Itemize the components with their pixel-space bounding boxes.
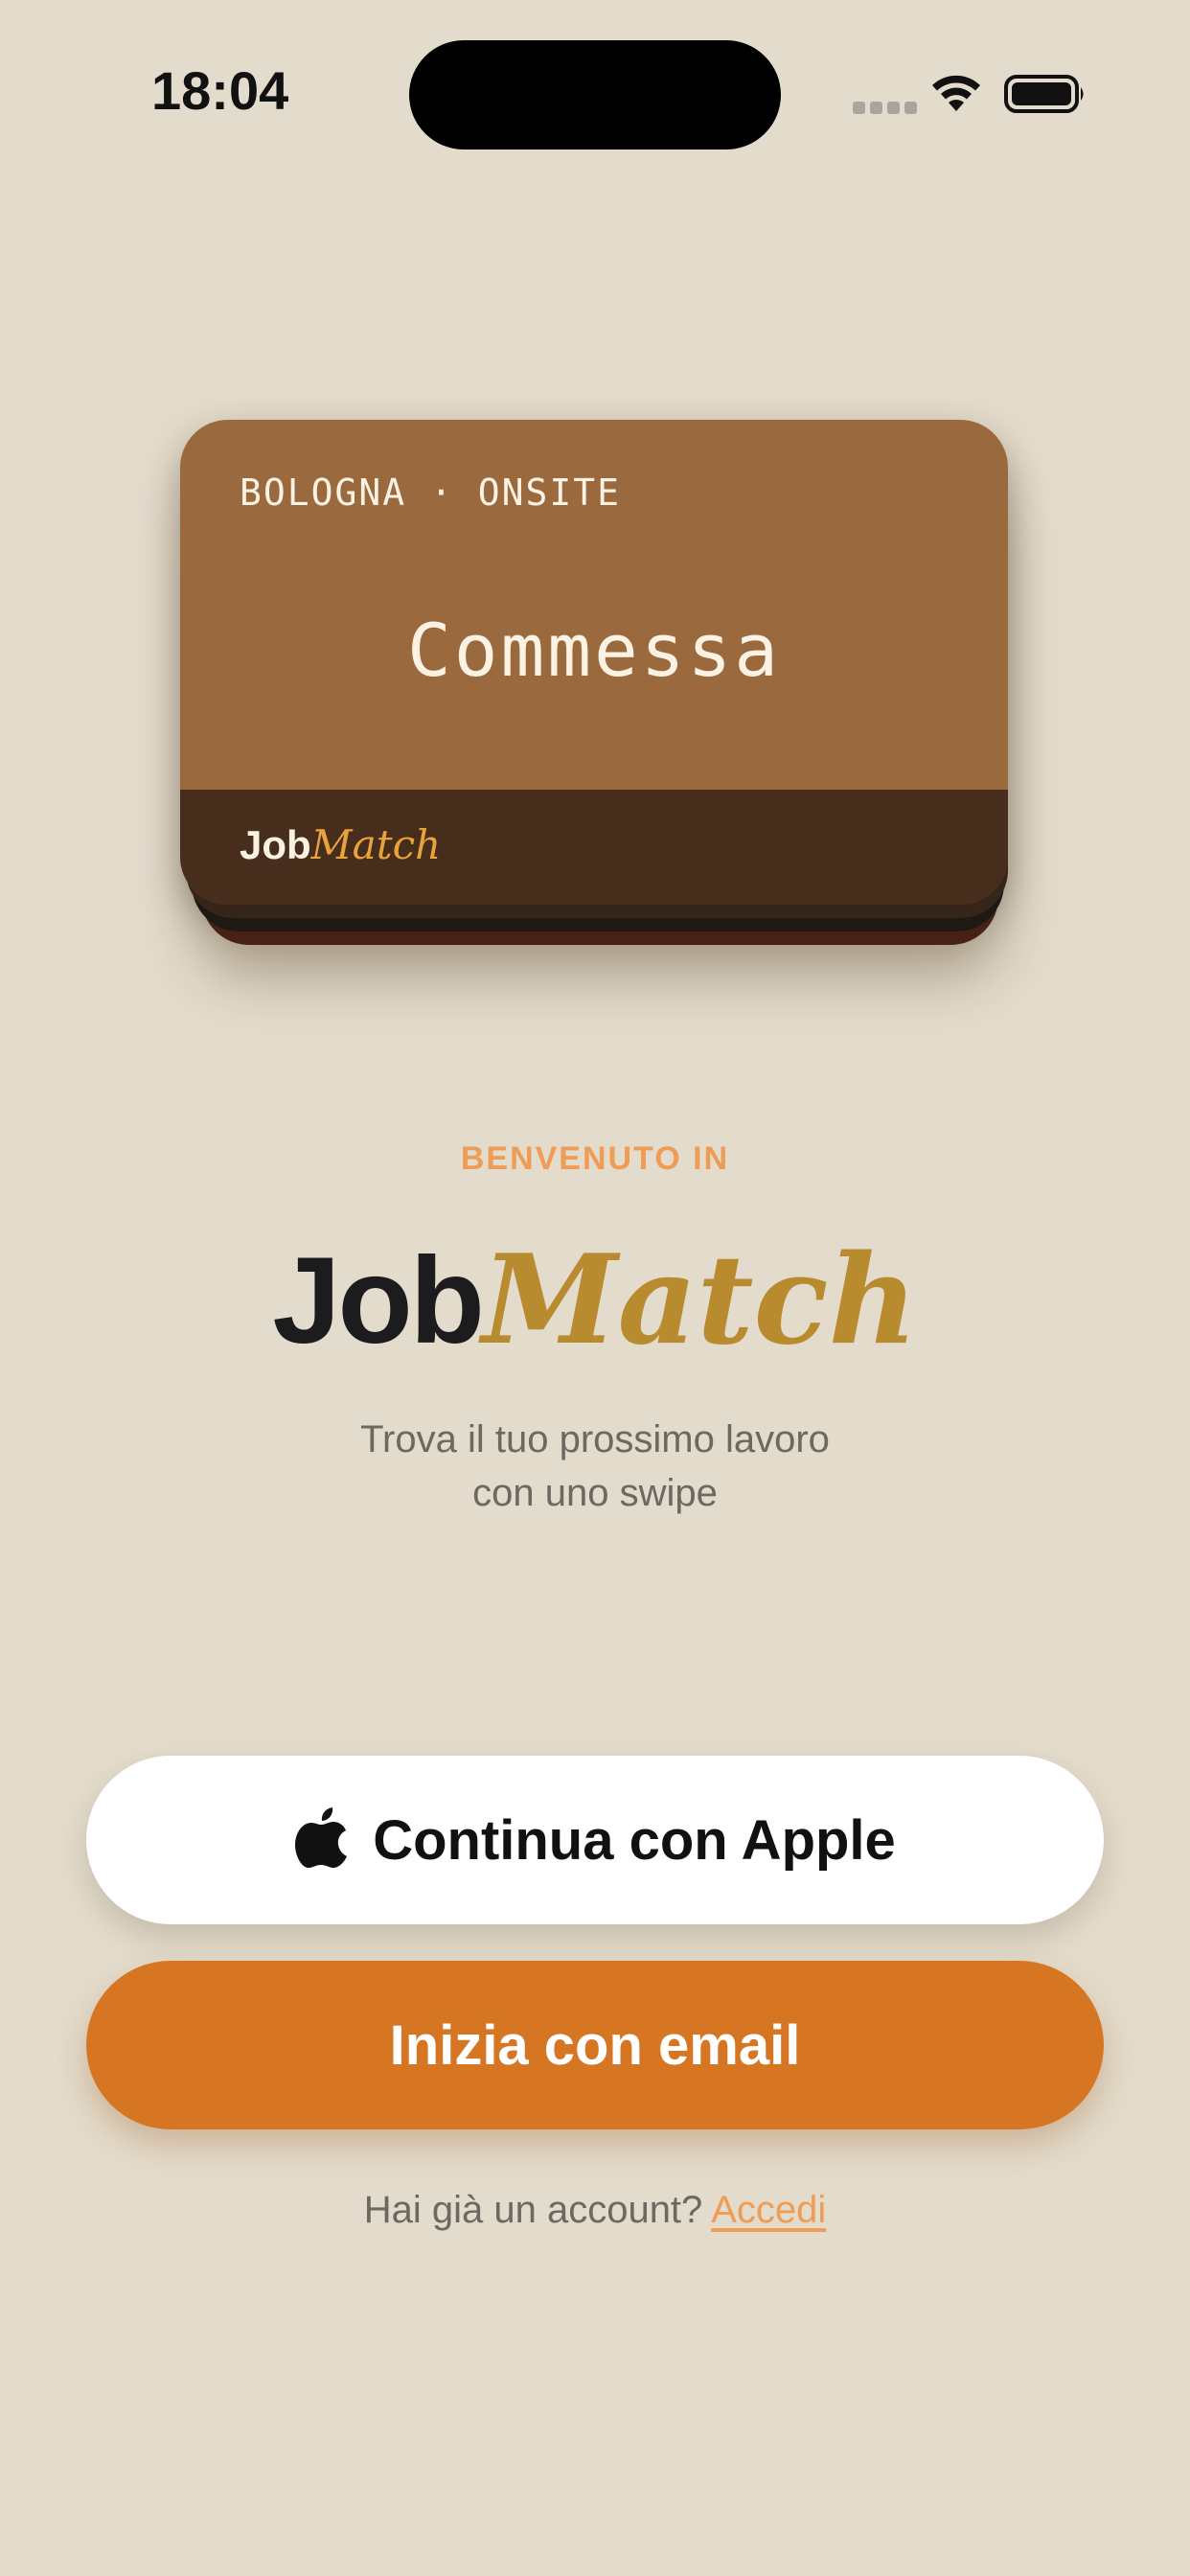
job-card[interactable]: BOLOGNA · ONSITE Commessa JobMatch — [180, 420, 1008, 905]
job-card-stack[interactable]: BOLOGNA · ONSITE Commessa JobMatch — [180, 420, 1008, 947]
login-prompt: Hai già un account? — [363, 2189, 703, 2231]
brand-wordmark: JobMatch — [0, 1229, 1190, 1373]
battery-icon — [1004, 75, 1084, 113]
welcome-label: BENVENUTO IN — [460, 1140, 730, 1177]
card-logo: JobMatch — [240, 818, 441, 872]
card-logo-job: Job — [240, 822, 311, 867]
cellular-signal-icon — [853, 102, 917, 114]
job-card-footer: JobMatch — [180, 790, 1008, 905]
job-location-mode: BOLOGNA · ONSITE — [240, 472, 622, 514]
wifi-icon — [932, 75, 980, 111]
tagline-line-1: Trova il tuo prossimo lavoro — [360, 1418, 830, 1460]
start-with-email-button[interactable]: Inizia con email — [86, 1961, 1104, 2129]
apple-logo-icon — [295, 1807, 348, 1868]
job-title: Commessa — [406, 608, 782, 693]
status-time: 18:04 — [151, 60, 289, 121]
login-row: Hai già un account? Accedi — [0, 2189, 1190, 2232]
brand-job: Job — [272, 1232, 485, 1369]
dynamic-island — [409, 40, 781, 150]
card-logo-match: Match — [310, 821, 442, 868]
tagline: Trova il tuo prossimo lavoro con uno swi… — [0, 1413, 1190, 1520]
email-button-label: Inizia con email — [389, 2013, 801, 2077]
tagline-line-2: con uno swipe — [472, 1472, 718, 1514]
login-link[interactable]: Accedi — [711, 2189, 826, 2231]
brand-match: Match — [481, 1229, 918, 1372]
continue-with-apple-button[interactable]: Continua con Apple — [86, 1756, 1104, 1924]
apple-button-label: Continua con Apple — [373, 1808, 896, 1872]
